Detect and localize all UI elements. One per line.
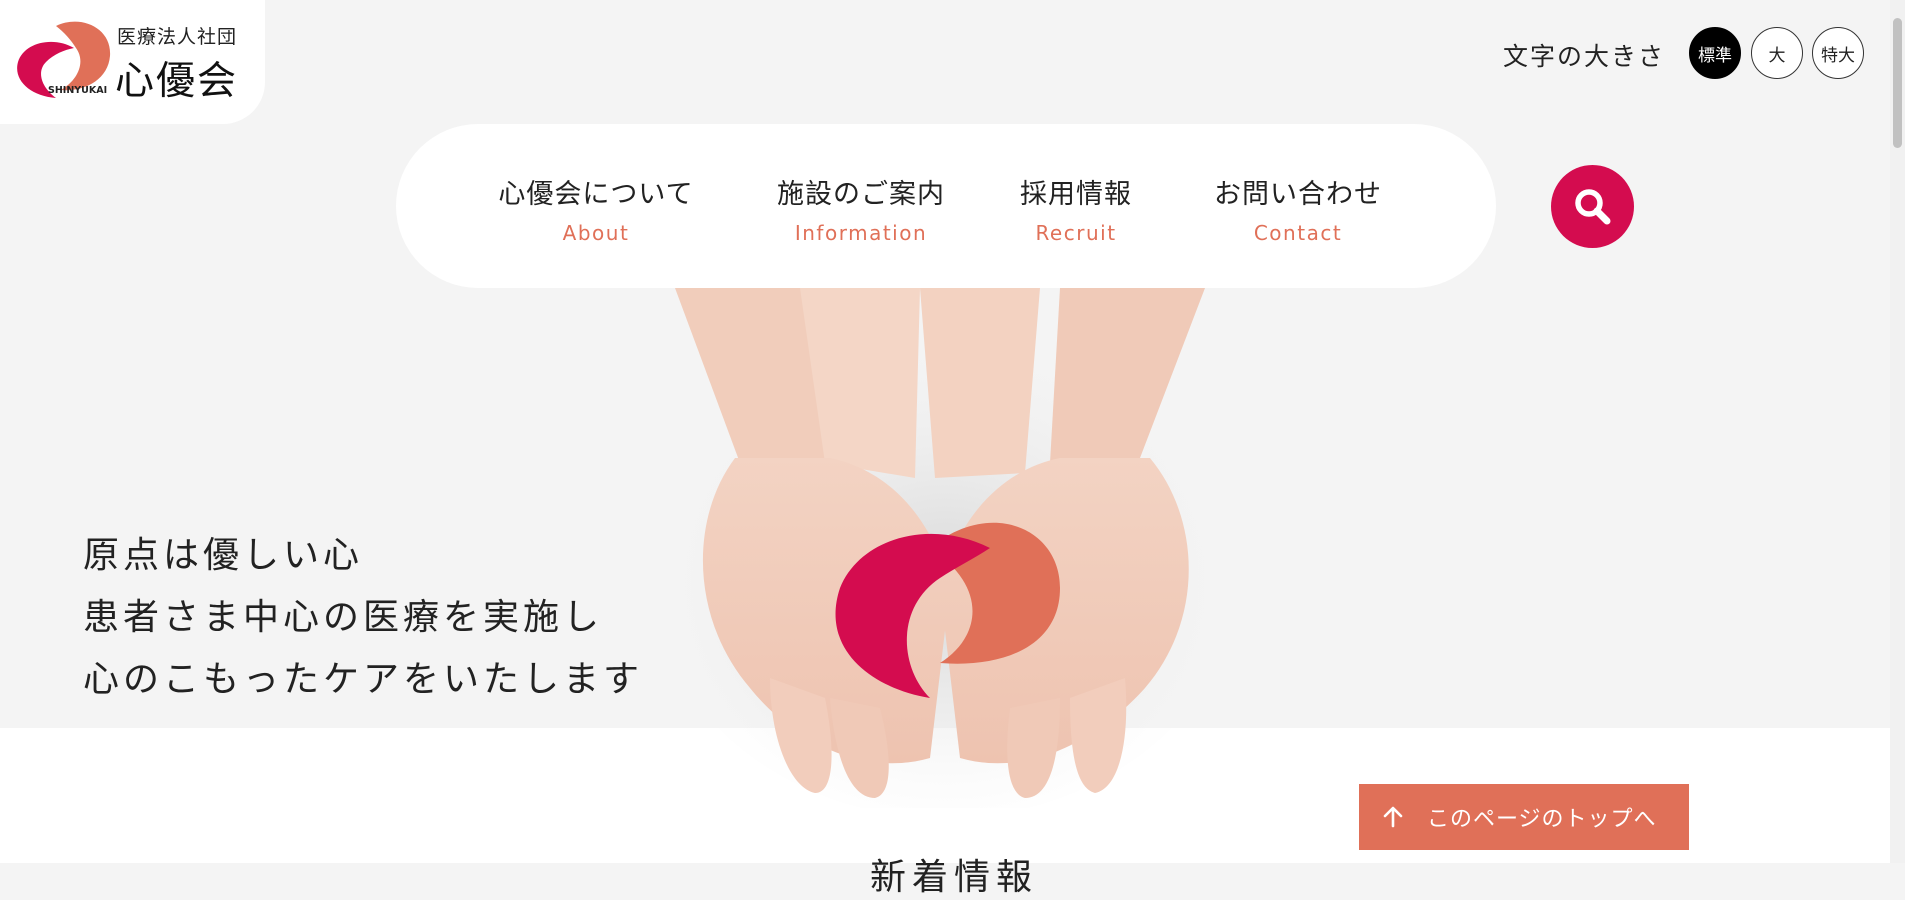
page-scrollbar[interactable] xyxy=(1890,0,1905,863)
site-logo[interactable]: 医療法人社団 心優会 SHINYUKAI xyxy=(0,0,265,124)
font-size-label: 文字の大きさ xyxy=(1503,42,1666,71)
logo-english-name: SHINYUKAI xyxy=(48,85,108,96)
nav-item-label: 採用情報 xyxy=(1020,179,1132,210)
hero-tagline-line-2: 患者さま中心の医療を実施し xyxy=(83,597,604,638)
back-to-top-label: このページのトップへ xyxy=(1427,807,1657,832)
logo-title: 心優会 xyxy=(115,59,239,104)
hero-hands-image xyxy=(645,288,1245,808)
hero-tagline-line-3: 心のこもったケアをいたします xyxy=(83,659,644,700)
nav-item-contact[interactable]: お問い合わせ Contact xyxy=(1208,172,1388,245)
nav-item-label: 施設のご案内 xyxy=(777,179,945,210)
hero-tagline-line-1: 原点は優しい心 xyxy=(83,535,364,576)
scrollbar-thumb[interactable] xyxy=(1893,18,1902,148)
news-heading: 新着情報 xyxy=(870,857,1039,898)
nav-item-about[interactable]: 心優会について About xyxy=(496,172,696,245)
search-icon xyxy=(1575,189,1611,225)
nav-item-label: お問い合わせ xyxy=(1214,179,1382,210)
main-navigation: 心優会について About 施設のご案内 Information 採用情報 Re… xyxy=(396,124,1496,288)
nav-item-sublabel: Recruit xyxy=(1035,221,1117,245)
font-size-standard-button[interactable]: 標準 xyxy=(1689,27,1741,79)
nav-item-sublabel: Contact xyxy=(1253,221,1343,245)
nav-item-information[interactable]: 施設のご案内 Information xyxy=(771,172,951,245)
back-to-top-button[interactable]: このページのトップへ xyxy=(1359,784,1689,850)
nav-item-sublabel: Information xyxy=(794,221,928,245)
font-size-large-button[interactable]: 大 xyxy=(1751,27,1803,79)
font-size-xlarge-button[interactable]: 特大 xyxy=(1812,27,1864,79)
search-button[interactable] xyxy=(1551,165,1634,248)
nav-item-sublabel: About xyxy=(562,221,630,245)
arrow-up-icon xyxy=(1383,806,1403,828)
nav-item-label: 心優会について xyxy=(498,179,694,210)
logo-subtitle: 医療法人社団 xyxy=(117,26,238,48)
nav-item-recruit[interactable]: 採用情報 Recruit xyxy=(1016,172,1136,245)
